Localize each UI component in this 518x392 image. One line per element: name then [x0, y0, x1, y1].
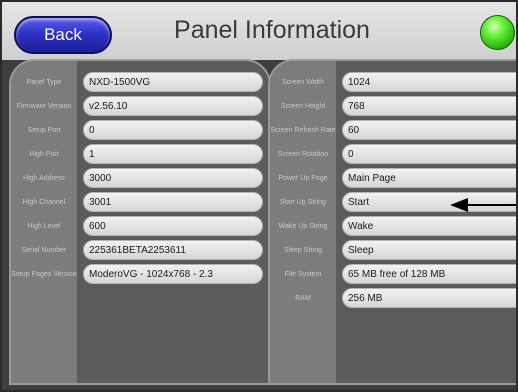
field-label: Panel Type	[26, 79, 62, 86]
left-arrow-icon	[450, 198, 516, 212]
field-label: Setup Pages Version	[11, 271, 77, 278]
field-row-file-system: File System 65 MB free of 128 MB	[270, 263, 516, 287]
back-button[interactable]: Back	[14, 16, 112, 54]
field-label: File System	[284, 271, 322, 278]
page-title: Panel Information	[174, 16, 370, 44]
field-value: 256 MB	[342, 288, 516, 308]
field-value: v2.56.10	[83, 96, 263, 116]
field-value: 225361BETA2253611	[83, 240, 263, 260]
field-label: Setup Port	[27, 127, 61, 134]
field-label: Start Up String	[280, 199, 326, 206]
field-label: High Channel	[22, 199, 66, 206]
field-label: Screen Refresh Rate	[270, 127, 336, 134]
field-row-screen-refresh-rate: Screen Refresh Rate 60	[270, 119, 516, 143]
field-row-high-address: High Address 3000	[11, 167, 269, 191]
field-row-high-channel: High Channel 3001	[11, 191, 269, 215]
right-info-panel: Screen Width 1024 Screen Height 768 Scre…	[268, 59, 516, 385]
field-label: RAM	[295, 295, 311, 302]
field-row-screen-width: Screen Width 1024	[270, 71, 516, 95]
field-label: Screen Width	[281, 79, 325, 86]
status-led-icon	[480, 15, 515, 50]
title-bar: Back Panel Information	[2, 2, 516, 60]
field-row-ram: RAM 256 MB	[270, 287, 516, 311]
field-label: Serial Number	[21, 247, 67, 254]
field-value: 3000	[83, 168, 263, 188]
field-value: 0	[342, 144, 516, 164]
field-value: 3001	[83, 192, 263, 212]
field-label: Sleep String	[283, 247, 323, 254]
field-value: NXD-1500VG	[83, 72, 263, 92]
field-label: High Address	[23, 175, 65, 182]
field-row-firmware-version: Firmware Version v2.56.10	[11, 95, 269, 119]
field-label: High Port	[29, 151, 59, 158]
field-value: 65 MB free of 128 MB	[342, 264, 516, 284]
field-value: Sleep	[342, 240, 516, 260]
field-row-setup-pages-version: Setup Pages Version ModeroVG - 1024x768 …	[11, 263, 269, 287]
field-label: Screen Height	[280, 103, 326, 110]
field-value: ModeroVG - 1024x768 - 2.3	[83, 264, 263, 284]
field-value: 1	[83, 144, 263, 164]
field-row-high-port: High Port 1	[11, 143, 269, 167]
field-label: Screen Rotation	[277, 151, 329, 158]
field-row-serial-number: Serial Number 225361BETA2253611	[11, 239, 269, 263]
field-value: 60	[342, 120, 516, 140]
field-value: Wake	[342, 216, 516, 236]
field-row-panel-type: Panel Type NXD-1500VG	[11, 71, 269, 95]
left-info-panel: Panel Type NXD-1500VG Firmware Version v…	[9, 59, 271, 385]
field-row-wake-up-string: Wake Up String Wake	[270, 215, 516, 239]
field-label: High Level	[27, 223, 61, 230]
field-row-high-level: High Level 600	[11, 215, 269, 239]
field-value: 768	[342, 96, 516, 116]
field-row-setup-port: Setup Port 0	[11, 119, 269, 143]
field-row-screen-rotation: Screen Rotation 0	[270, 143, 516, 167]
field-row-power-up-page: Power Up Page Main Page	[270, 167, 516, 191]
field-row-screen-height: Screen Height 768	[270, 95, 516, 119]
panel-information-window: Back Panel Information Panel Type NXD-15…	[0, 0, 518, 392]
field-value: 1024	[342, 72, 516, 92]
field-row-sleep-string: Sleep String Sleep	[270, 239, 516, 263]
field-value: 600	[83, 216, 263, 236]
field-label: Power Up Page	[278, 175, 328, 182]
field-label: Firmware Version	[16, 103, 72, 110]
field-value: 0	[83, 120, 263, 140]
field-label: Wake Up String	[278, 223, 328, 230]
field-value: Main Page	[342, 168, 516, 188]
